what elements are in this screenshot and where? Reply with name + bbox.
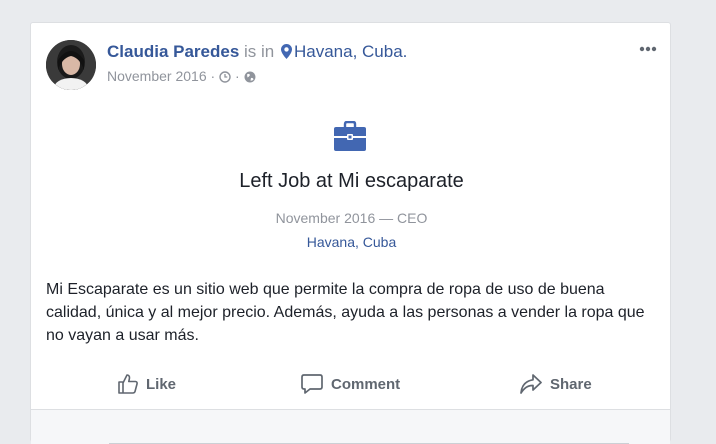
like-label: Like [146, 375, 177, 393]
comment-label: Comment [331, 375, 401, 393]
author-name[interactable]: Claudia Paredes [107, 42, 239, 61]
share-button[interactable]: Share [519, 371, 592, 397]
clock-icon [219, 71, 231, 83]
share-label: Share [550, 375, 592, 393]
comment-button[interactable]: Comment [300, 371, 400, 397]
life-event-place[interactable]: Havana, Cuba [31, 234, 672, 250]
more-options-icon[interactable] [638, 43, 658, 55]
comment-area [31, 409, 670, 444]
post-card: Claudia Paredes is in Havana, Cuba. Nove… [30, 22, 672, 444]
location-link[interactable]: Havana, Cuba. [294, 42, 407, 61]
avatar[interactable] [46, 40, 96, 90]
globe-icon[interactable] [244, 71, 256, 83]
comment-bubble-icon [301, 374, 323, 394]
location-pin-icon [280, 44, 292, 59]
is-in-text: is in [244, 42, 275, 61]
thumbs-up-icon [118, 374, 138, 394]
divider [43, 363, 658, 364]
post-header: Claudia Paredes is in Havana, Cuba. [107, 42, 407, 62]
post-text: Mi Escaparate es un sitio web que permit… [46, 281, 645, 344]
briefcase-icon [334, 121, 366, 151]
life-event-title: Left Job at Mi escaparate [239, 170, 464, 192]
like-button[interactable]: Like [117, 371, 176, 397]
post-meta: November 2016 · · [107, 68, 256, 84]
action-bar: Like Comment Share [31, 365, 672, 403]
share-arrow-icon [520, 374, 542, 394]
post-date[interactable]: November 2016 [107, 68, 207, 84]
life-event-subtitle: November 2016 — CEO [275, 210, 428, 226]
meta-separator: · [210, 68, 216, 84]
meta-separator-2: · [234, 68, 240, 84]
